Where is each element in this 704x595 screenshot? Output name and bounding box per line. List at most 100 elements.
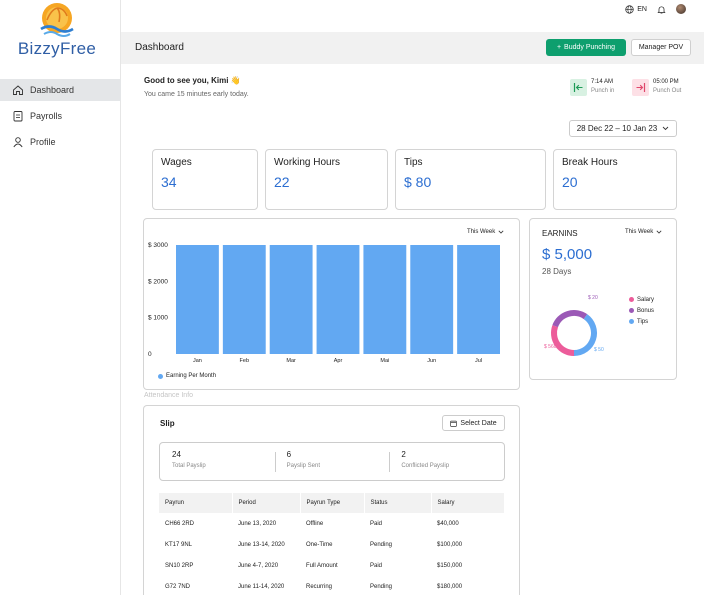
y-tick-label: $ 2000 (148, 278, 168, 285)
sidebar-item-dashboard[interactable]: Dashboard (0, 79, 121, 101)
buddy-punching-button[interactable]: + Buddy Punching (546, 39, 626, 56)
earnings-legend: Salary Bonus Tips (629, 294, 654, 327)
top-bar: EN (121, 0, 704, 32)
greeting-subtitle: You came 15 minutes early today. (144, 91, 249, 98)
summary-value: 2 (401, 450, 406, 459)
summary-value: 6 (286, 450, 292, 459)
column-header-payrun[interactable]: Payrun (159, 493, 233, 513)
earnings-days: 28 Days (542, 267, 572, 276)
summary-label: Conflicted Payslip (401, 463, 450, 469)
y-tick-label: $ 1000 (148, 315, 168, 322)
home-icon (13, 85, 23, 95)
donut-segment-salary[interactable] (551, 325, 575, 356)
legend-dot (629, 297, 634, 302)
globe-icon (625, 4, 634, 14)
bell-icon[interactable] (657, 5, 666, 14)
cell-payrun-type: Offline (306, 520, 324, 527)
stat-card-working-hours: Working Hours 22 (265, 149, 388, 210)
sidebar-item-payrolls[interactable]: Payrolls (0, 105, 121, 127)
cell-payrun-type: Full Amount (306, 562, 338, 569)
clipboard-icon (13, 111, 23, 122)
earnings-period-select[interactable]: This Week (625, 229, 662, 235)
punch-in-label: Punch in (591, 88, 615, 94)
stat-card-tips: Tips $ 80 (395, 149, 546, 210)
column-header-salary[interactable]: Salary (431, 493, 505, 513)
punch-in-time: 7:14 AM (591, 79, 614, 85)
table-row[interactable]: CH66 2RD June 13, 2020 Offline Paid $40,… (159, 513, 505, 534)
avatar[interactable] (676, 4, 686, 14)
bar-apr[interactable] (316, 245, 360, 354)
slip-table: Payrun Period Payrun Type Status Salary … (159, 493, 505, 595)
legend-dot (629, 319, 634, 324)
cell-payrun: CH66 2RD (165, 520, 195, 527)
stat-card-wages: Wages 34 (152, 149, 258, 210)
donut-segment-tips[interactable] (573, 314, 597, 356)
cell-status: Pending (370, 541, 393, 548)
legend-label: Tips (637, 318, 649, 325)
brand-logo[interactable]: BizzyFree (0, 2, 121, 62)
table-row[interactable]: G72 7ND June 11-14, 2020 Recurring Pendi… (159, 576, 505, 595)
chart-legend: Earning Per Month (158, 373, 216, 379)
column-header-status[interactable]: Status (364, 493, 432, 513)
donut-value-label: $ 20 (588, 295, 598, 301)
x-tick-label: Mar (286, 358, 296, 364)
slip-title: Slip (160, 419, 175, 428)
logo-icon (40, 3, 74, 37)
bar-jan[interactable] (176, 245, 219, 354)
bar-jul[interactable] (457, 245, 500, 354)
donut-value-label: $ 50 (594, 347, 604, 353)
column-header-payrun-type[interactable]: Payrun Type (300, 493, 365, 513)
calendar-icon (450, 420, 458, 427)
earnings-period-label: This Week (625, 229, 654, 235)
donut-value-label: $ 560 (544, 344, 557, 350)
punch-out-icon (632, 78, 649, 96)
date-range-value: 28 Dec 22 – 10 Jan 23 (576, 124, 658, 133)
chevron-down-icon (662, 126, 669, 131)
sidebar-nav: Dashboard Payrolls Profile (0, 79, 121, 157)
punch-in-status[interactable]: 7:14 AM Punch in (570, 78, 614, 96)
top-bar-actions: EN (625, 4, 686, 14)
stat-label: Break Hours (562, 157, 618, 168)
earning-chart-card: This Week $ 3000 $ 2000 $ 1000 0 Jan Feb Mar Ap… (143, 218, 520, 390)
user-icon (13, 137, 23, 148)
language-selector[interactable]: EN (625, 4, 647, 14)
stat-value: 20 (562, 174, 578, 190)
table-header-row: Payrun Period Payrun Type Status Salary (159, 493, 505, 513)
bar-mar[interactable] (269, 245, 313, 354)
stat-value: 34 (161, 174, 177, 190)
y-tick-label: $ 3000 (148, 242, 168, 249)
cell-salary: $150,000 (437, 562, 463, 569)
stat-card-break-hours: Break Hours 20 (553, 149, 677, 210)
cell-status: Paid (370, 562, 383, 569)
column-header-period[interactable]: Period (232, 493, 301, 513)
table-row[interactable]: SN10 2RP June 4-7, 2020 Full Amount Paid… (159, 555, 505, 576)
page-header: Dashboard + Buddy Punching Manager POV (121, 32, 704, 64)
cell-salary: $100,000 (437, 541, 463, 548)
bar-jun[interactable] (410, 245, 454, 354)
donut-segment-bonus[interactable] (552, 310, 588, 328)
table-row[interactable]: KT17 9NL June 13-14, 2020 One-Time Pendi… (159, 534, 505, 555)
cell-period: June 4-7, 2020 (238, 562, 279, 569)
sidebar-item-label: Dashboard (30, 85, 75, 95)
legend-item-tips: Tips (629, 316, 654, 327)
cell-salary: $180,000 (437, 583, 463, 590)
cell-status: Paid (370, 520, 383, 527)
legend-label: Bonus (637, 307, 655, 314)
sidebar-item-profile[interactable]: Profile (0, 131, 121, 153)
date-range-select[interactable]: 28 Dec 22 – 10 Jan 23 (569, 120, 677, 137)
manager-pov-button[interactable]: Manager POV (631, 39, 691, 56)
sidebar-item-label: Payrolls (30, 111, 63, 121)
x-tick-label: Jul (475, 358, 482, 364)
sidebar-item-label: Profile (30, 137, 56, 147)
punch-out-status[interactable]: 05:00 PM Punch Out (632, 78, 681, 96)
bar-feb[interactable] (222, 245, 266, 354)
stat-value: $ 80 (404, 174, 432, 190)
summary-value: 24 (172, 450, 181, 459)
punch-out-time: 05:00 PM (653, 79, 679, 85)
cell-payrun-type: Recurring (306, 583, 333, 590)
bar-mai[interactable] (363, 245, 407, 354)
select-date-button[interactable]: Select Date (442, 415, 505, 431)
punch-in-icon (570, 78, 587, 96)
brand-name: BizzyFree (17, 39, 97, 58)
stat-label: Working Hours (274, 157, 340, 168)
